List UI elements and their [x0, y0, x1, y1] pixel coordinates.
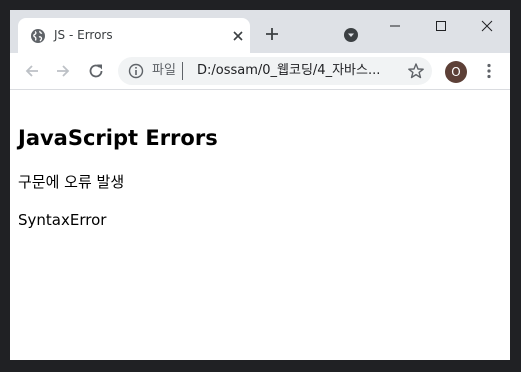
minimize-icon[interactable] — [380, 16, 410, 36]
close-icon[interactable] — [230, 28, 246, 44]
omnibox-divider — [182, 62, 183, 80]
scheme-label: 파일 — [152, 63, 176, 78]
tab-title: JS - Errors — [54, 28, 113, 42]
url-text[interactable]: D:/ossam/0_웹코딩/4_자바스... — [197, 63, 380, 79]
maximize-icon[interactable] — [426, 16, 456, 36]
error-name-paragraph: SyntaxError — [18, 211, 107, 229]
star-icon[interactable] — [407, 62, 425, 80]
chevron-down-circle-icon[interactable] — [343, 27, 359, 43]
more-vert-icon[interactable] — [480, 62, 498, 80]
profile-avatar[interactable]: O — [445, 61, 467, 83]
error-message-paragraph: 구문에 오류 발생 — [18, 173, 125, 191]
globe-icon — [31, 29, 45, 43]
info-icon[interactable] — [128, 63, 144, 79]
tab-active[interactable]: JS - Errors — [18, 18, 250, 53]
address-bar[interactable]: 파일 D:/ossam/0_웹코딩/4_자바스... — [118, 57, 432, 85]
page-heading: JavaScript Errors — [18, 126, 218, 150]
arrow-right-icon[interactable] — [54, 62, 72, 80]
page-content: JavaScript Errors 구문에 오류 발생 SyntaxError — [10, 90, 510, 360]
close-icon[interactable] — [472, 16, 502, 36]
plus-icon[interactable] — [264, 26, 280, 42]
arrow-left-icon[interactable] — [23, 62, 41, 80]
tab-strip: JS - Errors — [10, 10, 510, 53]
reload-icon[interactable] — [87, 62, 105, 80]
browser-window: JS - Errors 파일 D:/ossam/0_웹코딩/4_자바스... O… — [10, 10, 510, 360]
browser-toolbar: 파일 D:/ossam/0_웹코딩/4_자바스... O — [10, 53, 510, 90]
